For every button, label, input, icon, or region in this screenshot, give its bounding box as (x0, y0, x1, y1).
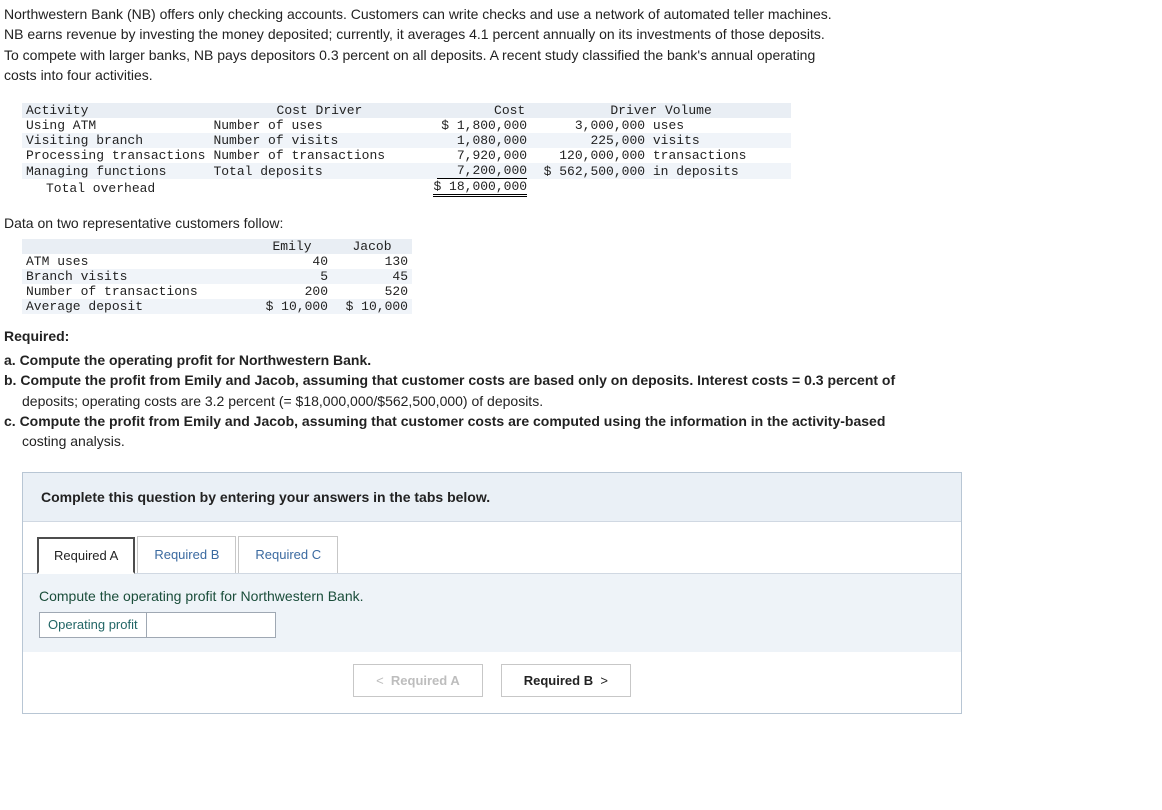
answer-panel: Complete this question by entering your … (22, 472, 962, 714)
tab-required-a[interactable]: Required A (37, 537, 135, 574)
cust-row-label: Branch visits (26, 269, 127, 284)
act-cell: Managing functions (26, 164, 166, 179)
cost-cell: 1,080,000 (437, 133, 527, 148)
vol-cell: 225,000 (535, 133, 645, 148)
vol-unit: transactions (645, 148, 746, 163)
cost-cell: 7,200,000 (437, 163, 527, 179)
next-tab-button[interactable]: Required B > (501, 664, 631, 697)
prev-tab-label: Required A (391, 673, 460, 688)
vol-cell: 3,000,000 (535, 118, 645, 133)
required-title: Required: (4, 328, 69, 344)
chevron-right-icon: > (600, 673, 608, 688)
emily-val: $ 10,000 (266, 299, 328, 314)
drv-cell: Number of transactions (213, 148, 385, 163)
drv-cell: Total deposits (213, 164, 322, 179)
problem-intro: Northwestern Bank (NB) offers only check… (4, 4, 1158, 85)
col-emily: Emily (272, 239, 311, 254)
vol-cell: $ 562,500,000 (535, 164, 645, 179)
vol-unit: in deposits (645, 164, 739, 179)
req-b-line2: deposits; operating costs are 3.2 percen… (22, 393, 543, 409)
prev-tab-button[interactable]: < Required A (353, 664, 483, 697)
vol-unit: visits (645, 133, 700, 148)
required-section: Required: a. Compute the operating profi… (4, 328, 1158, 451)
tab-question-text: Compute the operating profit for Northwe… (39, 588, 945, 604)
next-tab-label: Required B (524, 673, 593, 688)
activity-cost-table: Activity Cost Driver Cost Driver Volume … (22, 103, 791, 197)
customer-data-table: Emily Jacob ATM uses 40 130 Branch visit… (22, 239, 412, 314)
req-a: a. Compute the operating profit for Nort… (4, 352, 371, 368)
col-driver-volume: Driver Volume (610, 103, 711, 118)
total-overhead-value: $ 18,000,000 (433, 179, 527, 197)
cust-row-label: Average deposit (26, 299, 143, 314)
jacob-val: 130 (385, 254, 408, 269)
cost-cell: $ 1,800,000 (437, 118, 527, 133)
cust-row-label: ATM uses (26, 254, 88, 269)
cost-cell: 7,920,000 (437, 148, 527, 163)
tab-body-required-a: Compute the operating profit for Northwe… (23, 574, 961, 652)
intro-line: To compete with larger banks, NB pays de… (4, 47, 815, 63)
intro-line: Northwestern Bank (NB) offers only check… (4, 6, 832, 22)
emily-val: 200 (305, 284, 328, 299)
vol-cell: 120,000,000 (535, 148, 645, 163)
intro-line: costs into four activities. (4, 67, 153, 83)
total-overhead-label: Total overhead (46, 181, 155, 196)
answer-instructions: Complete this question by entering your … (23, 473, 961, 522)
jacob-val: 520 (385, 284, 408, 299)
vol-unit: uses (645, 118, 684, 133)
tab-nav-buttons: < Required A Required B > (23, 652, 961, 713)
chevron-left-icon: < (376, 673, 384, 688)
operating-profit-label: Operating profit (40, 612, 147, 637)
jacob-val: $ 10,000 (346, 299, 408, 314)
operating-profit-input[interactable] (155, 617, 267, 633)
col-jacob: Jacob (352, 239, 391, 254)
emily-val: 5 (320, 269, 328, 284)
req-c-line2: costing analysis. (22, 433, 125, 449)
cust-row-label: Number of transactions (26, 284, 198, 299)
emily-val: 40 (312, 254, 328, 269)
jacob-val: 45 (392, 269, 408, 284)
act-cell: Processing transactions (26, 148, 205, 163)
act-cell: Using ATM (26, 118, 96, 133)
col-activity: Activity (26, 103, 88, 118)
drv-cell: Number of uses (213, 118, 322, 133)
customer-data-intro: Data on two representative customers fol… (4, 215, 1158, 231)
intro-line: NB earns revenue by investing the money … (4, 26, 825, 42)
req-b-line1: b. Compute the profit from Emily and Jac… (4, 372, 895, 388)
col-cost-driver: Cost Driver (277, 103, 363, 118)
tab-required-b[interactable]: Required B (137, 536, 236, 573)
tab-required-c[interactable]: Required C (238, 536, 338, 573)
col-cost: Cost (435, 103, 525, 118)
tab-strip: Required A Required B Required C (37, 536, 961, 573)
act-cell: Visiting branch (26, 133, 143, 148)
req-c-line1: c. Compute the profit from Emily and Jac… (4, 413, 885, 429)
answer-input-table: Operating profit (39, 612, 276, 638)
drv-cell: Number of visits (213, 133, 338, 148)
